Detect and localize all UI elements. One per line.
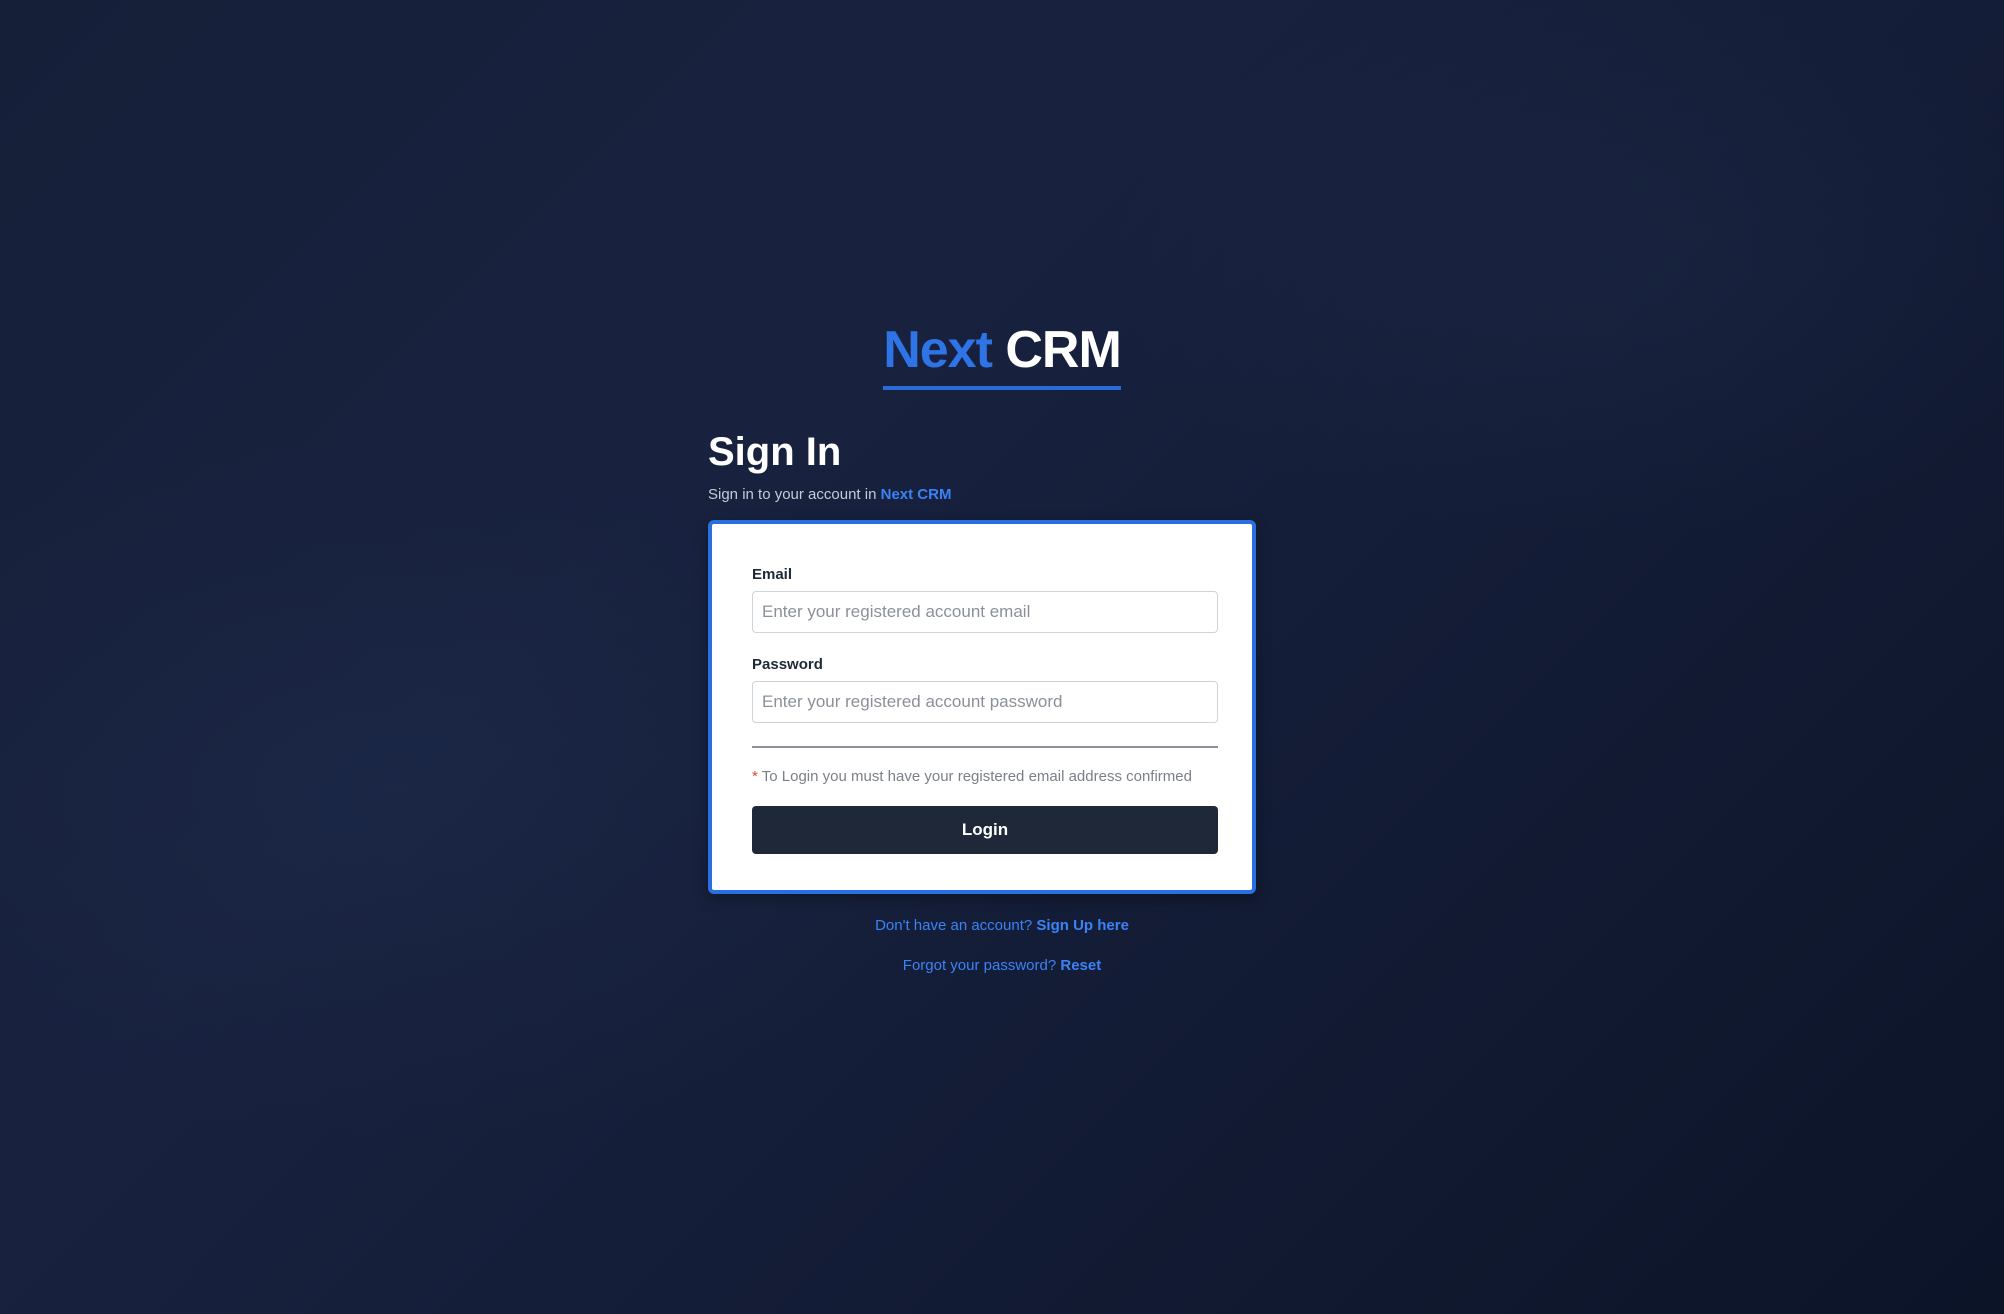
required-marker: * (752, 768, 758, 785)
sign-in-heading: Sign In Sign in to your account in Next … (708, 424, 951, 503)
subtitle-brand: Next CRM (880, 486, 952, 503)
logo-wordmark: Next CRM (883, 318, 1122, 390)
logo-part-next: Next (883, 321, 993, 379)
password-field[interactable] (752, 681, 1218, 723)
reset-prompt-text: Forgot your password? (902, 957, 1057, 974)
signup-prompt: Don't have an account? Sign Up here (0, 917, 2004, 934)
subtitle-text: Sign in to your account in (708, 486, 877, 503)
signup-prompt-text: Don't have an account? (875, 917, 1033, 934)
logo-part-crm: CRM (1005, 321, 1121, 379)
password-label: Password (752, 656, 823, 673)
login-button[interactable]: Login (752, 806, 1218, 854)
form-divider (752, 746, 1218, 748)
signup-link[interactable]: Sign Up here (1036, 917, 1129, 934)
email-label: Email (752, 566, 793, 583)
page-subtitle: Sign in to your account in Next CRM (708, 486, 951, 503)
page-title: Sign In (708, 430, 842, 474)
app-logo: Next CRM (0, 318, 2004, 390)
note-text: To Login you must have your registered e… (761, 768, 1192, 785)
login-requirement-note: * To Login you must have your registered… (752, 768, 1218, 785)
email-field[interactable] (752, 591, 1218, 633)
login-form: Email Password * To Login you must have … (708, 520, 1256, 894)
reset-prompt: Forgot your password? Reset (0, 957, 2004, 974)
reset-link[interactable]: Reset (1060, 957, 1101, 974)
